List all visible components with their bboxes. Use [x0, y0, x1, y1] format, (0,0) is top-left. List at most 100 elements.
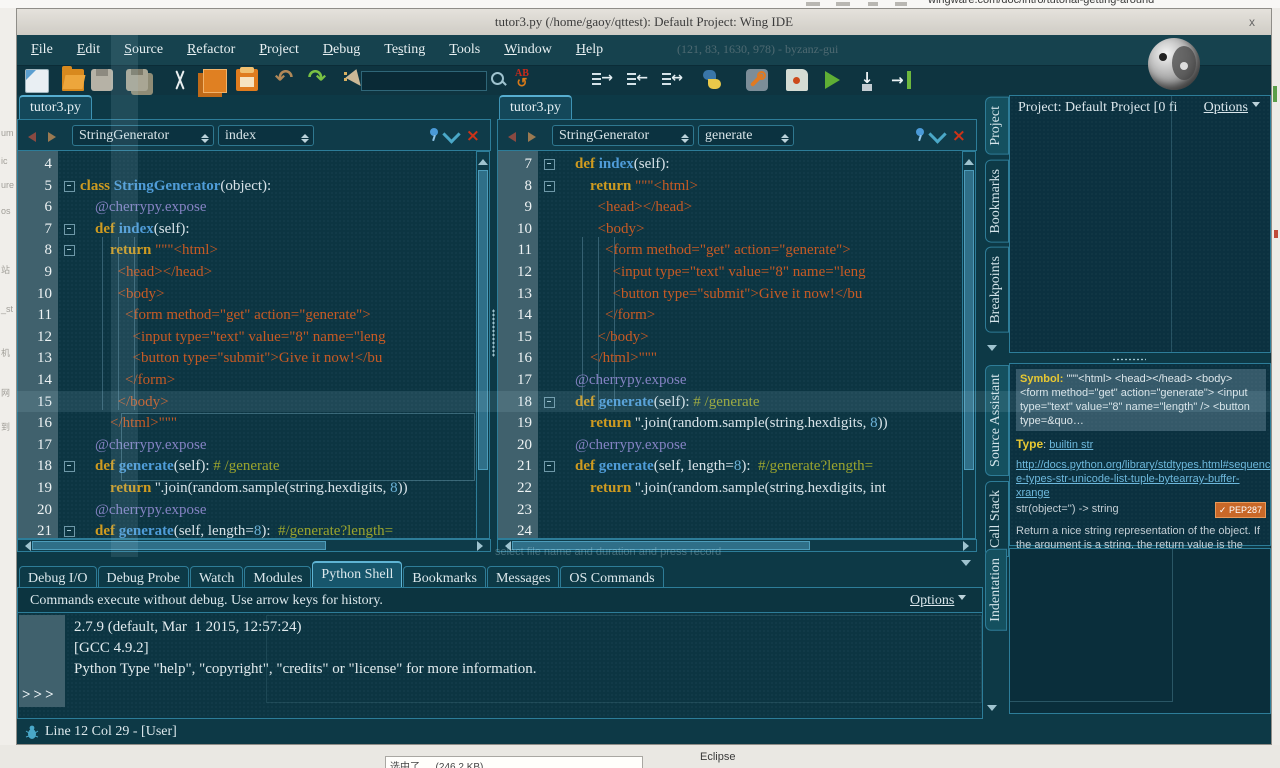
menu-refactor[interactable]: Refactor: [187, 42, 235, 58]
cut-icon[interactable]: [169, 69, 191, 91]
fold-marker-icon[interactable]: [544, 181, 555, 192]
code-line: 12 <input type="text" value="8" name="le…: [498, 261, 962, 283]
pin-icon[interactable]: [430, 128, 438, 136]
menu-help[interactable]: Help: [576, 42, 603, 58]
chevron-down-icon[interactable]: [928, 125, 946, 143]
fold-marker-icon[interactable]: [64, 461, 75, 472]
project-tab-strip: Project Bookmarks Breakpoints: [983, 97, 1009, 333]
replace-icon[interactable]: AB↺: [511, 69, 533, 91]
background-text-fragment: ure: [1, 180, 14, 190]
python-shell[interactable]: 2.7.9 (default, Mar 1 2015, 12:57:24)[GC…: [17, 613, 983, 719]
editor-header: StringGeneratorindex ×: [17, 119, 491, 151]
shell-hint: Commands execute without debug. Use arro…: [30, 588, 383, 613]
menu-edit[interactable]: Edit: [77, 42, 100, 58]
tab-project[interactable]: Project: [985, 97, 1009, 155]
indent-left-icon[interactable]: [626, 69, 648, 91]
screen: wingware.com/doc/intro/tutorial-getting-…: [0, 0, 1280, 768]
run-icon[interactable]: [821, 69, 843, 91]
debug-config-icon[interactable]: [746, 69, 768, 91]
indent-match-icon[interactable]: [661, 69, 683, 91]
code-line: 9 <head></head>: [498, 196, 962, 218]
indentation-tab-strip: Indentation: [983, 549, 1009, 631]
fold-marker-icon[interactable]: [544, 397, 555, 408]
fold-marker-icon[interactable]: [544, 461, 555, 472]
code-editor[interactable]: 7 def index(self):8 return """<html>9 <h…: [497, 151, 963, 539]
fold-marker-icon[interactable]: [64, 224, 75, 235]
step-into-icon[interactable]: →: [891, 69, 913, 91]
background-text-fragment: 到: [1, 420, 10, 433]
code-line: 7 def index(self):: [498, 153, 962, 175]
code-line: 15 </body>: [18, 391, 476, 413]
type-link[interactable]: builtin str: [1049, 439, 1093, 451]
editor-tab[interactable]: tutor3.py: [19, 95, 92, 119]
editor-pane-right: tutor3.py StringGeneratorgenerate × 7 def i…: [497, 95, 977, 557]
horizontal-scrollbar[interactable]: [17, 539, 491, 552]
nav-forward-icon[interactable]: [528, 132, 536, 142]
nav-back-icon[interactable]: [508, 132, 516, 142]
tab-source-assistant[interactable]: Source Assistant: [985, 365, 1009, 476]
doc-link[interactable]: http://docs.python.org/library/stdtypes.…: [1016, 459, 1270, 499]
redo-icon[interactable]: ↷: [306, 69, 328, 91]
panel-collapse-icon[interactable]: [987, 345, 997, 356]
paste-icon[interactable]: [236, 69, 258, 91]
menu-debug[interactable]: Debug: [323, 42, 360, 58]
editor-tab[interactable]: tutor3.py: [499, 95, 572, 119]
menu-project[interactable]: Project: [259, 42, 299, 58]
shell-options-button[interactable]: Options: [910, 588, 966, 613]
signature: str(object='') -> string: [1016, 503, 1119, 515]
chevron-down-icon[interactable]: [442, 125, 460, 143]
nav-forward-icon[interactable]: [48, 132, 56, 142]
scope-combobox[interactable]: StringGenerator: [552, 125, 694, 146]
symbol-combobox[interactable]: generate: [698, 125, 794, 146]
tab-call-stack[interactable]: Call Stack: [985, 481, 1009, 557]
copy-icon[interactable]: [203, 69, 227, 93]
bottom-panel-menu-icon[interactable]: [961, 560, 971, 571]
menu-window[interactable]: Window: [504, 42, 552, 58]
tab-bookmarks[interactable]: Bookmarks: [985, 160, 1009, 243]
search-icon[interactable]: [488, 69, 510, 91]
undo-icon[interactable]: ↶: [273, 69, 295, 91]
menu-source[interactable]: Source: [124, 42, 163, 58]
fold-marker-icon[interactable]: [64, 245, 75, 256]
panel-collapse-icon[interactable]: [987, 705, 997, 716]
close-split-icon[interactable]: ×: [952, 129, 966, 143]
tab-python-shell[interactable]: Python Shell: [312, 561, 402, 589]
fold-marker-icon[interactable]: [64, 181, 75, 192]
open-file-icon[interactable]: [62, 69, 84, 91]
menu-testing[interactable]: Testing: [384, 42, 425, 58]
vertical-scrollbar[interactable]: [476, 151, 490, 539]
goto-definition-icon[interactable]: ↓: [856, 69, 878, 91]
panel-splitter-handle[interactable]: [1112, 358, 1146, 361]
tab-indentation[interactable]: Indentation: [985, 549, 1007, 631]
nav-back-icon[interactable]: [28, 132, 36, 142]
symbol-combobox[interactable]: index: [218, 125, 314, 146]
pane-splitter[interactable]: [492, 309, 495, 357]
code-line: 7 def index(self):: [18, 218, 476, 240]
python-icon[interactable]: [701, 69, 723, 91]
menu-tools[interactable]: Tools: [449, 42, 480, 58]
yin-yang-logo: [1148, 38, 1200, 90]
pin-icon[interactable]: [916, 128, 924, 136]
tab-breakpoints[interactable]: Breakpoints: [985, 247, 1009, 333]
save-icon[interactable]: [91, 69, 113, 91]
project-options-button[interactable]: Options: [1204, 100, 1260, 116]
vertical-scrollbar[interactable]: [962, 151, 976, 539]
close-split-icon[interactable]: ×: [466, 129, 480, 143]
save-all-icon[interactable]: [126, 69, 148, 91]
scope-combobox[interactable]: StringGenerator: [72, 125, 214, 146]
breakpoint-file-icon[interactable]: [786, 69, 808, 91]
bug-icon[interactable]: [25, 725, 39, 739]
window-close-icon[interactable]: x: [1249, 9, 1255, 35]
code-line: 16 </html>""": [498, 347, 962, 369]
window-titlebar[interactable]: tutor3.py (/home/gaoy/qttest): Default P…: [17, 9, 1271, 35]
fold-marker-icon[interactable]: [64, 526, 75, 537]
menu-file[interactable]: File: [31, 42, 53, 58]
code-line: 8 return """<html>: [18, 239, 476, 261]
new-file-icon[interactable]: [25, 69, 49, 93]
fold-marker-icon[interactable]: [544, 159, 555, 170]
horizontal-scrollbar[interactable]: [497, 539, 977, 552]
toolbar-search-input[interactable]: [361, 71, 487, 91]
background-text-fragment: 网: [1, 386, 10, 399]
desktop-bottom-strip: Eclipse 选中了 … (246.2 KB): [0, 745, 1280, 768]
indent-right-icon[interactable]: [591, 69, 613, 91]
